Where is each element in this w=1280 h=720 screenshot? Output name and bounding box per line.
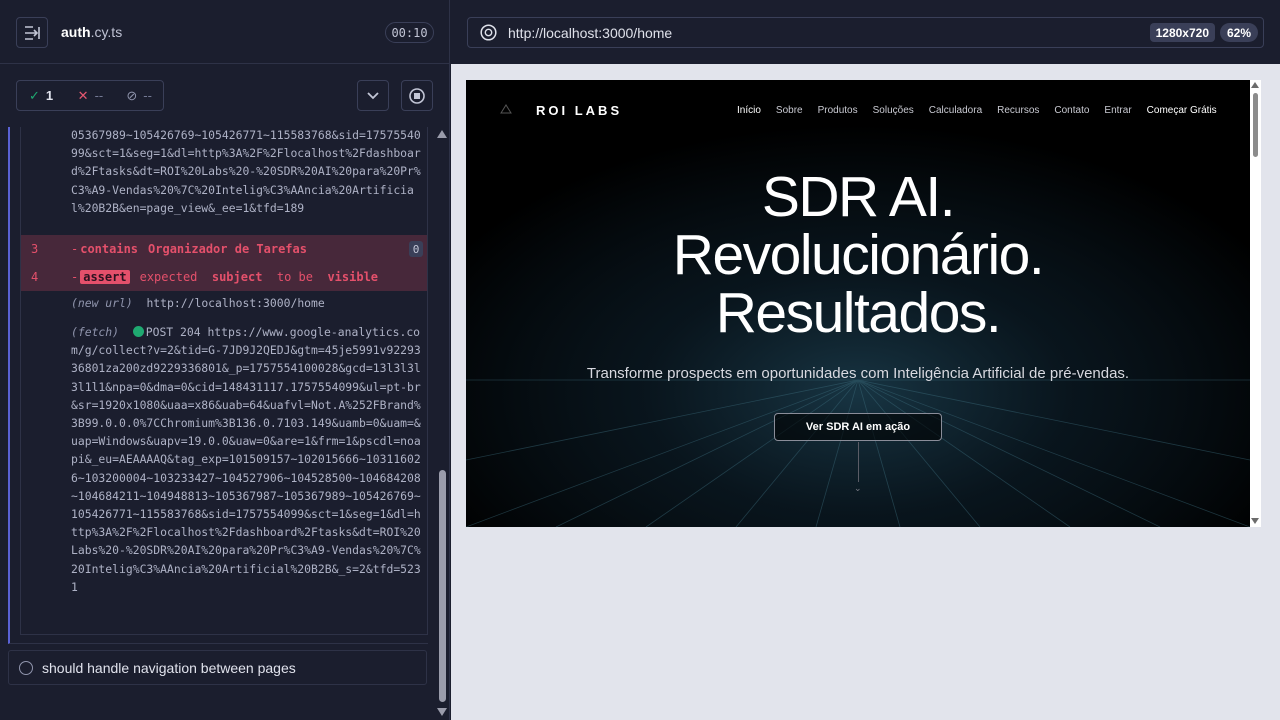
hero-demo-button[interactable]: Ver SDR AI em ação <box>774 413 942 441</box>
site-scroll-down-icon[interactable] <box>1251 518 1259 524</box>
aut-area: ROI LABS Início Sobre Produtos Soluções … <box>451 64 1280 720</box>
nav-link-solucoes[interactable]: Soluções <box>873 105 914 116</box>
collapse-icon <box>25 25 40 40</box>
pending-icon: ⊘ <box>126 87 138 103</box>
pending-stat: ⊘ -- <box>126 87 152 104</box>
nav-link-inicio[interactable]: Início <box>737 105 761 116</box>
command-row-contains[interactable]: 3 - contains Organizador de Tarefas 0 <box>21 235 427 263</box>
reporter-scrollbar[interactable] <box>436 127 448 720</box>
scroll-down-chevron-icon: ⌄ <box>854 483 862 493</box>
fetch-entry[interactable]: (fetch) POST 204 https://www.google-anal… <box>71 323 421 596</box>
scrollbar-thumb[interactable] <box>439 470 446 702</box>
test-item-pending[interactable]: should handle navigation between pages <box>8 650 427 685</box>
command-row-assert[interactable]: 4 - assert expected subject to be visibl… <box>21 263 427 291</box>
scroll-up-icon[interactable] <box>437 130 447 138</box>
chevron-down-icon <box>367 91 379 99</box>
url-text: http://localhost:3000/home <box>508 25 673 41</box>
nav-link-calculadora[interactable]: Calculadora <box>929 105 982 116</box>
nav-link-recursos[interactable]: Recursos <box>997 105 1039 116</box>
spec-file-name: auth.cy.ts <box>61 24 123 40</box>
element-count-badge: 0 <box>409 241 423 257</box>
stop-button[interactable] <box>401 80 433 111</box>
log-url-text: 05367989~105426769~105426771~115583768&s… <box>71 128 421 215</box>
nav-link-produtos[interactable]: Produtos <box>818 105 858 116</box>
globe-icon <box>480 24 497 41</box>
url-bar[interactable]: http://localhost:3000/home 1280x720 62% <box>467 17 1264 48</box>
zoom-badge: 62% <box>1220 23 1258 42</box>
run-timer: 00:10 <box>385 22 434 43</box>
failed-stat: ✕ -- <box>77 87 104 104</box>
passed-stat: ✓ 1 <box>29 87 54 104</box>
new-url-entry[interactable]: (new url) http://localhost:3000/home <box>71 294 325 312</box>
assert-badge: assert <box>80 270 130 284</box>
pending-circle-icon <box>19 660 33 675</box>
reporter-panel: auth.cy.ts 00:10 ✓ 1 ✕ -- ⊘ -- 05367989~… <box>0 0 450 720</box>
scroll-down-icon[interactable] <box>437 708 447 716</box>
site-scrollbar[interactable] <box>1250 80 1261 527</box>
command-log-body: 05367989~105426769~105426771~115583768&s… <box>20 127 428 635</box>
status-dot-icon <box>132 326 144 337</box>
collapse-sidebar-button[interactable] <box>16 17 48 48</box>
app-under-test: ROI LABS Início Sobre Produtos Soluções … <box>466 80 1261 527</box>
x-icon: ✕ <box>77 87 89 103</box>
nav-link-contato[interactable]: Contato <box>1054 105 1089 116</box>
nav-link-entrar[interactable]: Entrar <box>1104 105 1131 116</box>
expand-collapse-button[interactable] <box>357 80 389 111</box>
test-stats: ✓ 1 ✕ -- ⊘ -- <box>16 80 164 111</box>
command-log[interactable]: 05367989~105426769~105426771~115583768&s… <box>8 127 428 644</box>
site-scrollbar-thumb[interactable] <box>1253 93 1258 157</box>
nav-link-sobre[interactable]: Sobre <box>776 105 803 116</box>
aut-header: http://localhost:3000/home 1280x720 62% <box>451 0 1280 64</box>
site-nav-links: Início Sobre Produtos Soluções Calculado… <box>737 105 1217 116</box>
viewport-size-badge[interactable]: 1280x720 <box>1149 23 1215 42</box>
assert-message: expected subject to be visible <box>139 270 379 284</box>
site-navbar: ROI LABS Início Sobre Produtos Soluções … <box>466 80 1250 140</box>
hero-title: SDR AI. Revolucionário. Resultados. <box>672 165 1045 345</box>
cta-start-free[interactable]: Começar Grátis <box>1147 105 1217 116</box>
site-logo[interactable]: ROI LABS <box>536 103 622 118</box>
scroll-indicator-line <box>858 442 859 482</box>
stop-icon <box>409 87 425 104</box>
spec-header: auth.cy.ts 00:10 <box>0 0 450 64</box>
logo-icon <box>500 104 512 114</box>
check-icon: ✓ <box>29 87 40 103</box>
hero-subtitle: Transforme prospects em oportunidades co… <box>586 365 1130 382</box>
site-scroll-up-icon[interactable] <box>1251 82 1259 88</box>
stats-bar: ✓ 1 ✕ -- ⊘ -- <box>0 64 450 126</box>
